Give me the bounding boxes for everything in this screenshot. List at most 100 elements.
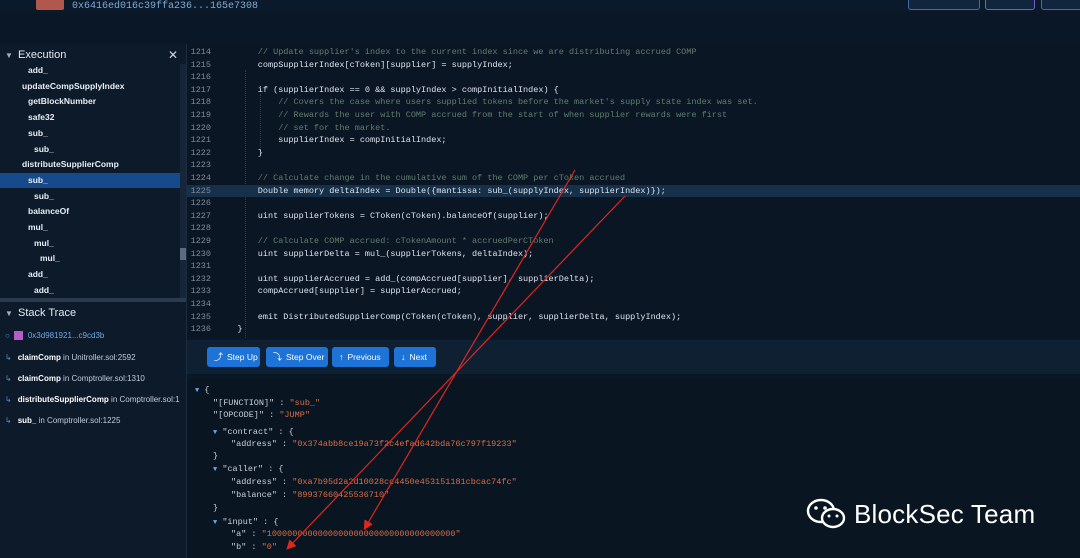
step-over-button[interactable]: ⤵ Step Over — [266, 347, 328, 367]
previous-button[interactable]: ↑ Previous — [332, 347, 389, 367]
collapse-caret-icon[interactable]: ▼ — [0, 309, 18, 318]
execution-item[interactable]: updateCompSupplyIndex — [0, 79, 180, 94]
stack-frame-location: Comptroller.sol:1225 — [47, 416, 121, 425]
panel-divider[interactable] — [0, 298, 186, 302]
code-text: // Calculate COMP accrued: cTokenAmount … — [217, 236, 554, 246]
code-line[interactable]: 1215 compSupplierIndex[cToken][supplier]… — [187, 59, 1080, 72]
stack-trace-panel-header[interactable]: ▼ Stack Trace — [0, 303, 186, 323]
json-caller-address-row: "address" : "0xa7b95d2a2d10028cc4450e453… — [231, 477, 517, 487]
stack-root-address: 0x3d981921...c9cd3b — [27, 331, 105, 340]
line-number: 1218 — [190, 97, 211, 108]
execution-item[interactable]: mul_ — [0, 220, 180, 235]
account-avatar[interactable] — [36, 0, 64, 10]
json-caller-balance-row: "balance" : "89937660425536710" — [231, 490, 390, 500]
code-line[interactable]: 1234 — [187, 298, 1080, 311]
code-line[interactable]: 1231 — [187, 260, 1080, 273]
stack-trace-title: Stack Trace — [18, 307, 77, 319]
line-number: 1229 — [190, 236, 211, 246]
execution-item[interactable]: safe32 — [0, 110, 180, 125]
code-line[interactable]: 1217 if (supplierIndex == 0 && supplyInd… — [187, 84, 1080, 97]
expand-toggle-icon[interactable]: ▼ — [195, 387, 199, 395]
line-number: 1222 — [190, 147, 211, 158]
stack-root[interactable]: ○ 0x3d981921...c9cd3b — [0, 326, 186, 346]
code-line[interactable]: 1230 uint supplierDelta = mul_(supplierT… — [187, 248, 1080, 261]
line-number: 1231 — [190, 261, 211, 272]
line-number: 1217 — [190, 84, 211, 95]
code-line[interactable]: 1224 // Calculate change in the cumulati… — [187, 172, 1080, 185]
step-up-icon: ⤴ — [214, 352, 224, 362]
line-number: 1230 — [190, 248, 211, 259]
execution-item[interactable]: mul_ — [0, 251, 180, 266]
execution-item[interactable]: sub_ — [0, 126, 180, 141]
json-contract-row[interactable]: ▼ "contract" : { — [213, 426, 294, 438]
stack-frame[interactable]: ↳ sub_ in Comptroller.sol:1225 — [0, 411, 186, 431]
expand-toggle-icon[interactable]: ▼ — [213, 466, 217, 474]
code-line[interactable]: 1222 } — [187, 147, 1080, 160]
json-input-row[interactable]: ▼ "input" : { — [213, 516, 278, 528]
stack-frame-function: claimComp — [17, 353, 61, 362]
execution-item[interactable]: mul_ — [0, 236, 180, 251]
code-line[interactable]: 1236 } — [187, 323, 1080, 336]
scrollbar-thumb[interactable] — [180, 248, 186, 260]
transaction-address[interactable]: 0x6416ed016c39ffa236...165e7308 — [72, 1, 258, 12]
line-number: 1233 — [190, 286, 211, 297]
top-action-button-3[interactable] — [1041, 0, 1080, 10]
code-line[interactable]: 1228 — [187, 222, 1080, 235]
json-input-a-row: "a" : "100000000000000000000000000000000… — [231, 529, 461, 539]
stack-frame-function: claimComp — [17, 374, 61, 383]
watermark-text: BlockSec Team — [854, 498, 1036, 529]
execution-item[interactable]: sub_ — [0, 142, 180, 157]
debug-controls: ⤴ Step Up ⤵ Step Over ↑ Previous ↓ Next — [187, 340, 1080, 374]
code-text: uint supplierTokens = CToken(cToken).bal… — [217, 210, 549, 221]
code-line[interactable]: 1229 // Calculate COMP accrued: cTokenAm… — [187, 235, 1080, 248]
execution-item[interactable]: add_ — [0, 267, 180, 282]
execution-item[interactable]: distributeSupplierComp — [0, 157, 180, 172]
top-action-button-2[interactable] — [985, 0, 1035, 10]
code-line[interactable]: 1216 — [187, 71, 1080, 84]
code-line[interactable]: 1227 uint supplierTokens = CToken(cToken… — [187, 210, 1080, 223]
stack-frame[interactable]: ↳ claimComp in Unitroller.sol:2592 — [0, 348, 186, 368]
code-line[interactable]: 1221 supplierIndex = compInitialIndex; — [187, 134, 1080, 147]
arrow-up-icon: ↑ — [339, 352, 344, 362]
code-line[interactable]: 1232 uint supplierAccrued = add_(compAcc… — [187, 273, 1080, 286]
code-line[interactable]: 1220 // set for the market. — [187, 122, 1080, 135]
expand-toggle-icon[interactable]: ▼ — [213, 429, 217, 437]
json-contract-address-row: "address" : "0x374abb8ce19a73f2c4efad642… — [231, 439, 517, 449]
step-up-button[interactable]: ⤴ Step Up — [207, 347, 260, 367]
code-line[interactable]: 1235 emit DistributedSupplierComp(CToken… — [187, 311, 1080, 324]
stack-frame-separator: in — [36, 416, 48, 425]
code-text: // Update supplier's index to the curren… — [217, 47, 697, 57]
code-text: compSupplierIndex[cToken][supplier] = su… — [217, 59, 513, 70]
execution-item[interactable]: getBlockNumber — [0, 94, 180, 109]
code-line[interactable]: 1214 // Update supplier's index to the c… — [187, 46, 1080, 59]
code-line[interactable]: 1223 — [187, 159, 1080, 172]
execution-item[interactable]: sub_ — [0, 189, 180, 204]
collapse-caret-icon[interactable]: ▼ — [0, 51, 18, 60]
line-number: 1220 — [190, 122, 211, 133]
json-input-b-row: "b" : "0" — [231, 542, 277, 552]
code-line[interactable]: 1226 — [187, 197, 1080, 210]
current-code-line[interactable]: 1225 Double memory deltaIndex = Double({… — [187, 184, 1080, 198]
line-number: 1219 — [190, 110, 211, 120]
json-caller-row[interactable]: ▼ "caller" : { — [213, 463, 284, 475]
expand-toggle-icon[interactable]: ▼ — [213, 519, 217, 527]
code-line[interactable]: 1218 // Covers the case where users supp… — [187, 96, 1080, 109]
top-action-button-1[interactable] — [908, 0, 980, 10]
line-number: 1215 — [190, 59, 211, 70]
stack-frame[interactable]: ↳ claimComp in Comptroller.sol:1310 — [0, 369, 186, 389]
return-arrow-icon: ↳ — [5, 416, 12, 425]
code-line[interactable]: 1233 compAccrued[supplier] = supplierAcc… — [187, 285, 1080, 298]
execution-item[interactable]: add_ — [0, 63, 180, 78]
code-line[interactable]: 1219 // Rewards the user with COMP accru… — [187, 109, 1080, 122]
stack-frame[interactable]: ↳ distributeSupplierComp in Comptroller.s… — [0, 390, 186, 410]
close-icon[interactable]: ✕ — [168, 48, 178, 62]
execution-panel-header[interactable]: ▼ Execution ✕ — [0, 45, 186, 65]
execution-item[interactable]: balanceOf — [0, 204, 180, 219]
execution-item[interactable]: sub_ — [0, 172, 180, 188]
stack-frame-separator: in — [60, 374, 72, 383]
execution-scrollbar[interactable] — [180, 64, 186, 300]
line-number: 1225 — [190, 185, 211, 196]
blocksec-watermark: BlockSec Team — [806, 496, 1035, 532]
execution-item[interactable]: add_ — [0, 283, 180, 298]
next-button[interactable]: ↓ Next — [394, 347, 436, 367]
